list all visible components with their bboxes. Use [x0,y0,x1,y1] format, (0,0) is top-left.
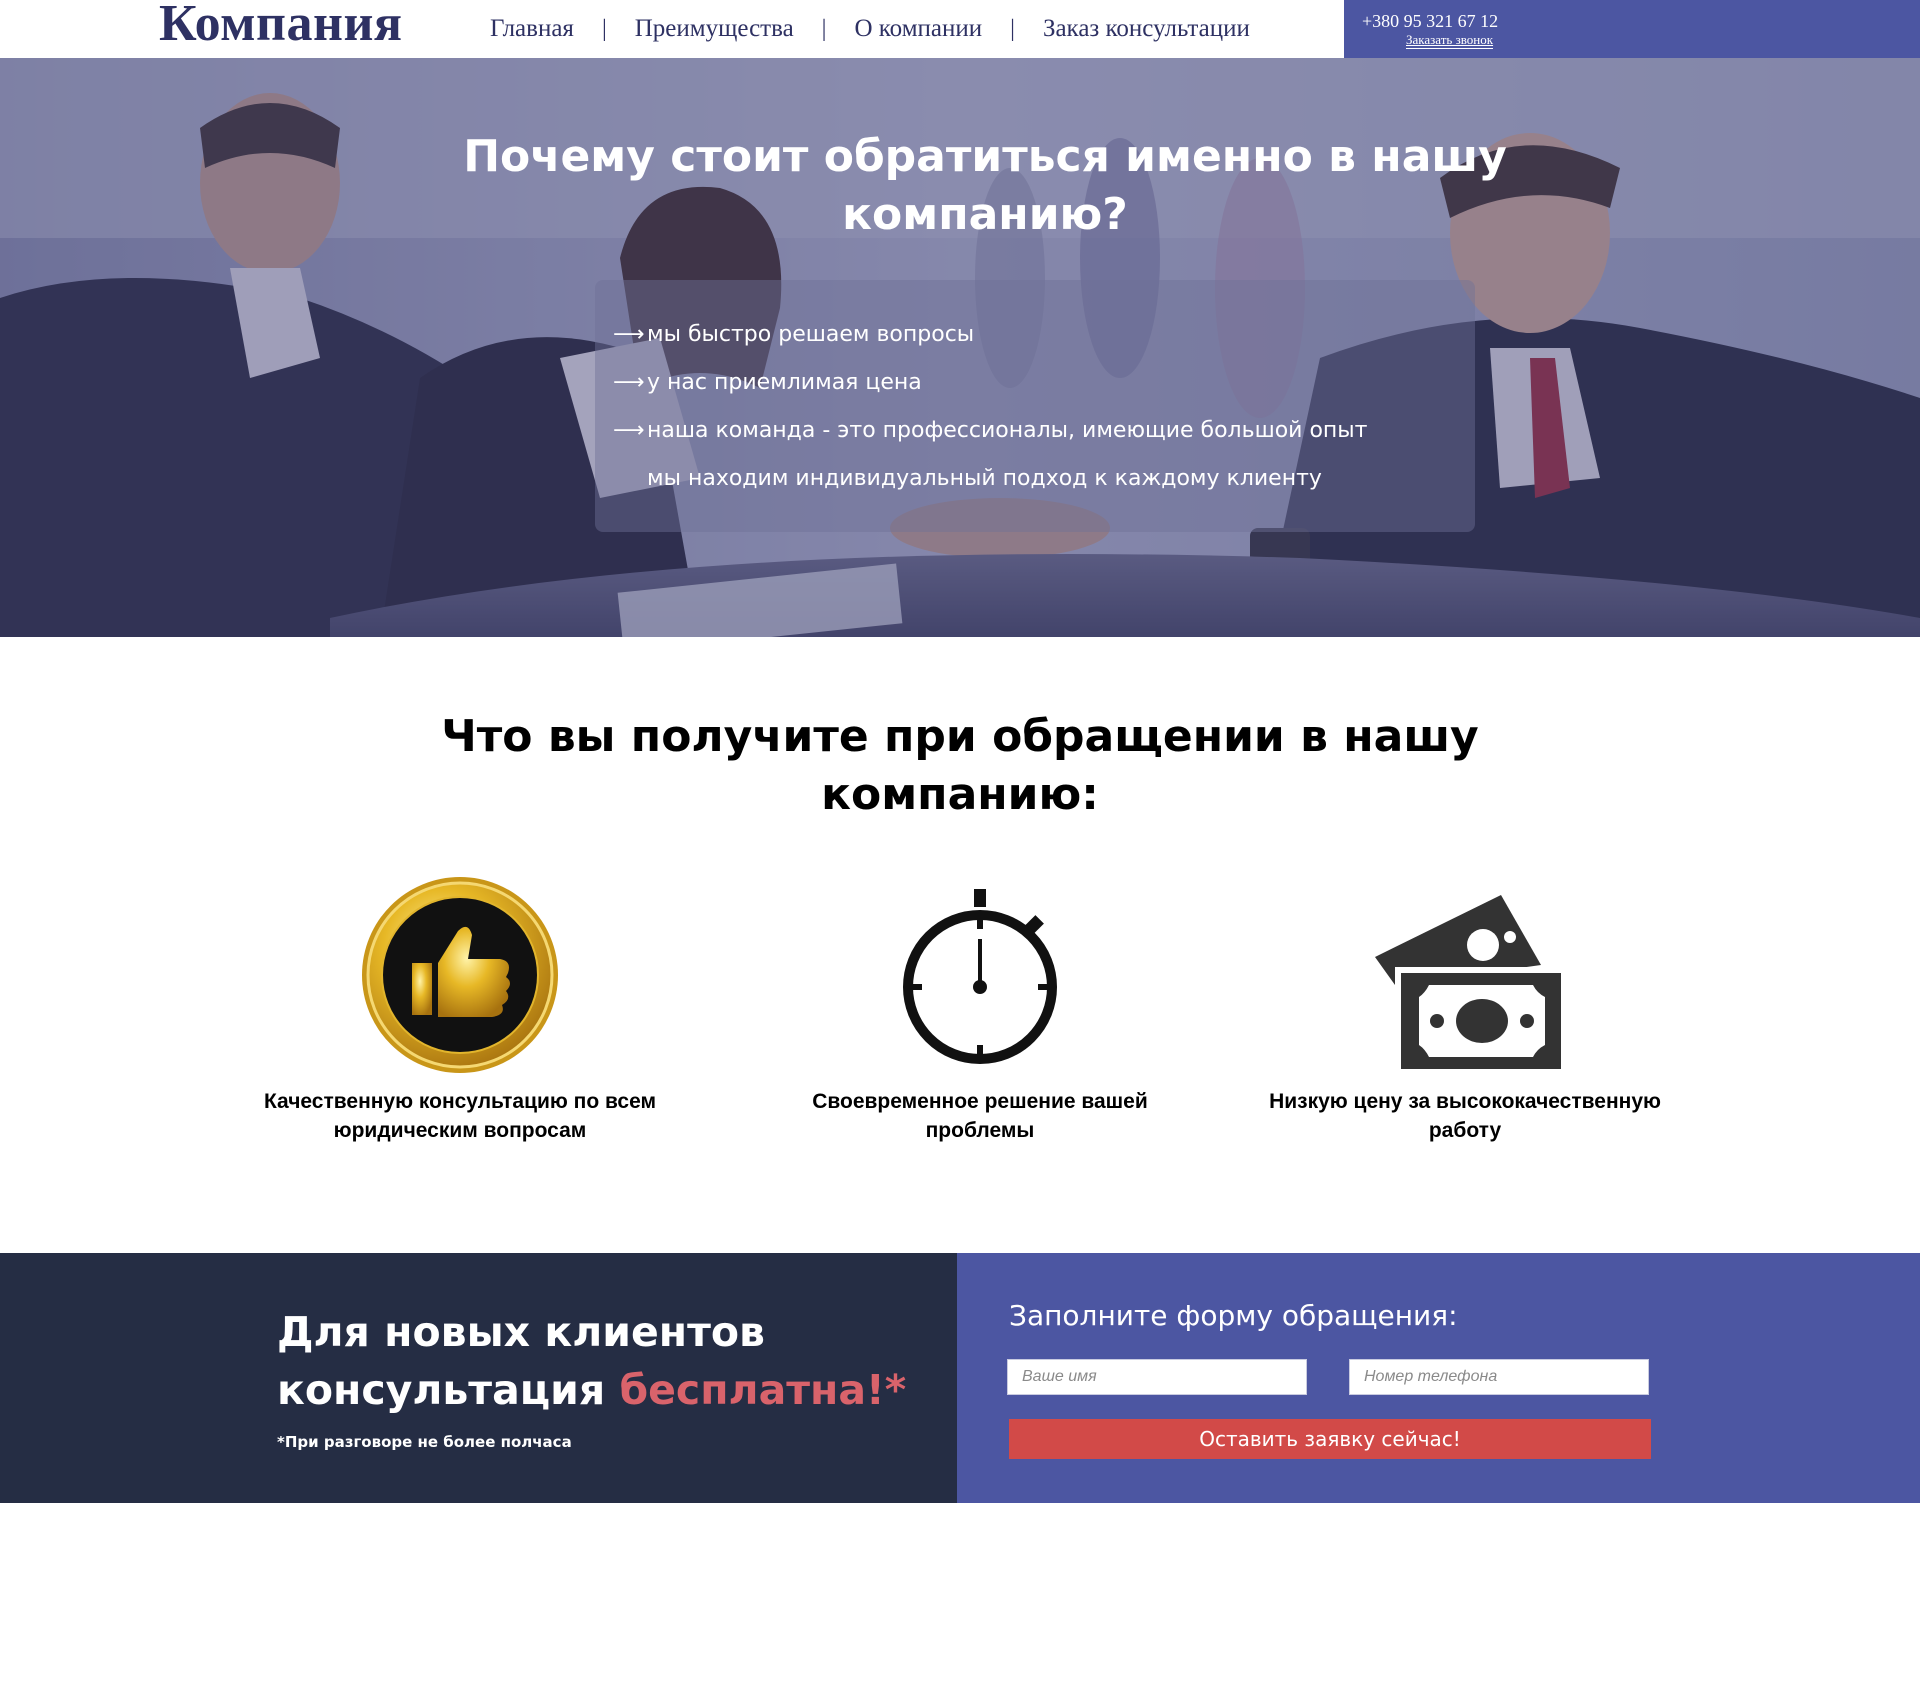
submit-request-button[interactable]: Оставить заявку сейчас! [1009,1419,1651,1459]
nav-separator: | [1010,15,1015,42]
arrow-right-icon: ⟶ [613,417,645,443]
hero-title: Почему стоит обратиться именно в нашу ко… [463,131,1507,240]
cta-title-line1: Для новых клиентов [277,1308,765,1356]
nav-link-consultation[interactable]: Заказ консультации [1043,15,1250,43]
site-header: Компания Главная | Преимущества | О комп… [0,0,1920,58]
thumbs-up-seal-icon [362,877,558,1073]
form-title: Заполните форму обращения: [1009,1299,1458,1332]
nav-link-advantages[interactable]: Преимущества [635,15,794,43]
contact-form-panel: Заполните форму обращения: Оставить заяв… [957,1253,1920,1503]
hero-point-text: мы находим индивидуальный подход к каждо… [647,465,1322,491]
nav-separator: | [821,15,827,42]
phone-block: +380 95 321 67 12 Заказать звонок [1344,0,1920,58]
hero-point: ⟶ мы быстро решаем вопросы [613,310,1368,358]
hero-point-text: у нас приемлимая цена [647,369,922,395]
hero-point: ⟶ у нас приемлимая цена [613,358,1368,406]
cta-title-line2: консультация бесплатна!* [277,1361,906,1419]
benefit-label: Качественную консультацию по всем юридич… [263,1090,657,1142]
cta-title: Для новых клиентов консультация бесплатн… [277,1303,906,1419]
nav-separator: | [601,15,607,42]
name-input[interactable] [1007,1359,1307,1395]
site-logo[interactable]: Компания [159,0,403,53]
callback-link[interactable]: Заказать звонок [1406,32,1494,49]
hero-point-text: наша команда - это профессионалы, имеющи… [647,417,1368,443]
nav-link-home[interactable]: Главная [490,15,574,43]
hero-point: мы находим индивидуальный подход к каждо… [613,454,1368,502]
arrow-right-icon: ⟶ [613,369,645,395]
stopwatch-icon [903,889,1057,1064]
cta-title-accent: бесплатна!* [619,1366,907,1414]
hero-points-list: ⟶ мы быстро решаем вопросы ⟶ у нас прием… [613,310,1368,502]
benefits-title: Что вы получите при обращении в нашу ком… [441,711,1479,820]
hero-section: Почему стоит обратиться именно в нашу ко… [0,58,1920,637]
hero-points-box: ⟶ мы быстро решаем вопросы ⟶ у нас прием… [595,280,1475,532]
money-bills-icon [1375,895,1563,1071]
main-nav: Главная | Преимущества | О компании | За… [490,13,1250,45]
cta-title-line2-text: консультация [277,1366,620,1414]
benefit-label: Своевременное решение вашей проблемы [812,1090,1148,1142]
phone-number[interactable]: +380 95 321 67 12 [1362,11,1498,32]
hero-point: ⟶ наша команда - это профессионалы, имею… [613,406,1368,454]
cta-footnote: *При разговоре не более полчаса [277,1433,572,1451]
arrow-right-icon: ⟶ [613,321,645,347]
phone-input[interactable] [1349,1359,1649,1395]
cta-promo-panel: Для новых клиентов консультация бесплатн… [0,1253,957,1503]
benefit-label: Низкую цену за высококачественную работу [1269,1090,1661,1142]
hero-point-text: мы быстро решаем вопросы [647,321,975,347]
nav-link-about[interactable]: О компании [854,15,982,43]
